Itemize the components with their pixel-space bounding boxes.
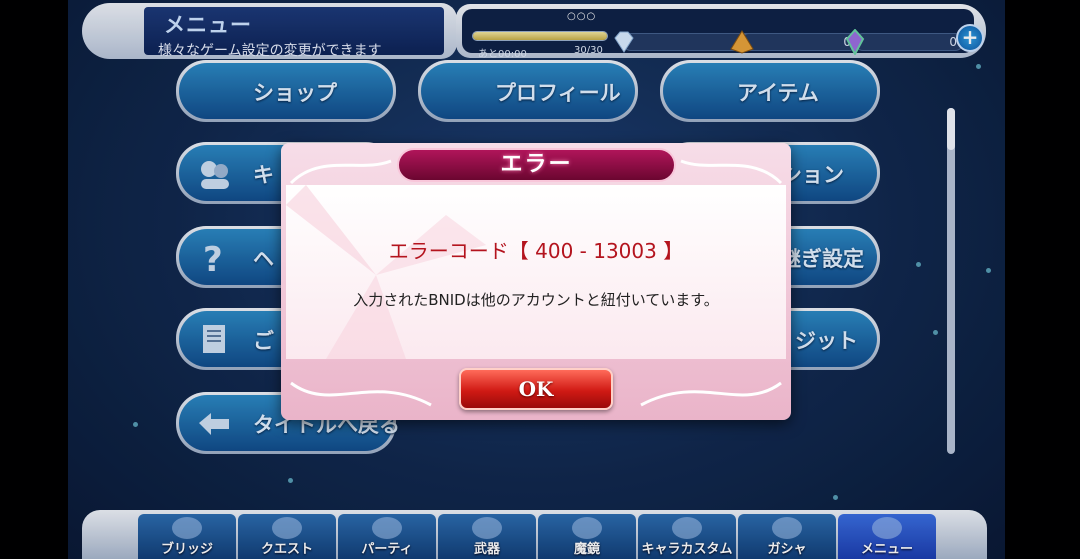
dialog-body <box>286 185 786 359</box>
error-message: 入力されたBNIDは他のアカウントと紐付いています。 <box>353 291 719 309</box>
burst-decoration <box>286 185 486 359</box>
ok-button-label: OK <box>518 377 554 401</box>
ok-button[interactable]: OK <box>459 368 613 410</box>
dialog-title: エラー <box>500 152 573 177</box>
error-dialog: エラー エラーコード【 400 - 13003 】 入力されたBNIDは他のアカ… <box>281 143 791 420</box>
error-code: エラーコード【 400 - 13003 】 <box>388 239 684 263</box>
dialog-title-bar: エラー <box>397 148 676 182</box>
